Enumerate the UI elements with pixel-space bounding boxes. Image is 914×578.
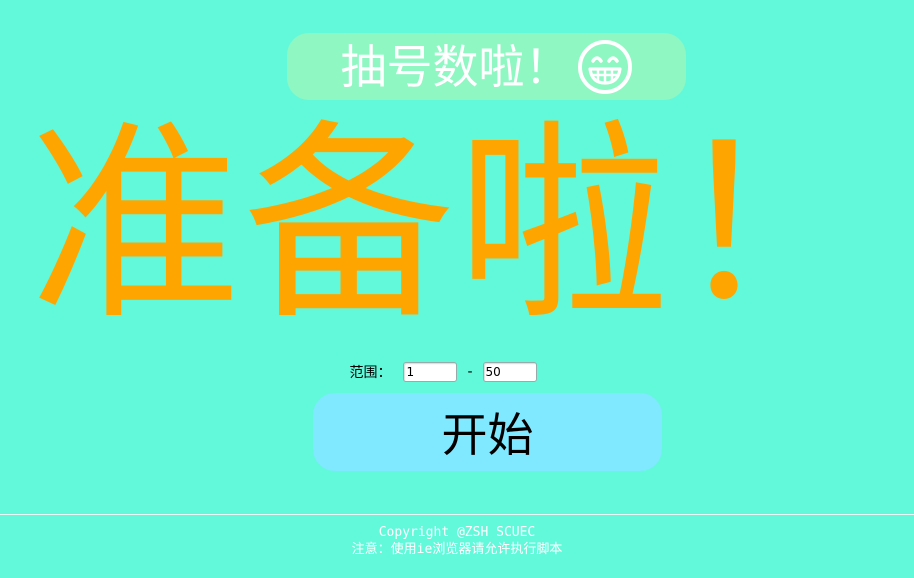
range-label: 范围： [349, 365, 392, 381]
footer-divider [0, 513, 914, 515]
draw-result-display: 准备啦！ [29, 101, 885, 348]
copyright-text: Copyright @ZSH SCUEC [378, 525, 536, 540]
start-button[interactable]: 开始 [313, 393, 662, 471]
browser-notice-text: 注意：使用ie浏览器请允许执行脚本 [351, 542, 563, 557]
range-controls: 范围： - [0, 361, 914, 383]
grinning-face-icon [577, 39, 632, 94]
page-title: 抽号数啦！ [340, 39, 571, 94]
page: 抽号数啦！ 准备啦！ 范围： - 开始 Copyright @ZSH SCUEC… [0, 0, 914, 578]
range-min-input[interactable] [403, 362, 458, 382]
range-max-input[interactable] [482, 362, 537, 382]
title-banner: 抽号数啦！ [287, 33, 686, 100]
footer: Copyright @ZSH SCUEC 注意：使用ie浏览器请允许执行脚本 [0, 524, 914, 558]
range-separator: - [467, 364, 473, 380]
